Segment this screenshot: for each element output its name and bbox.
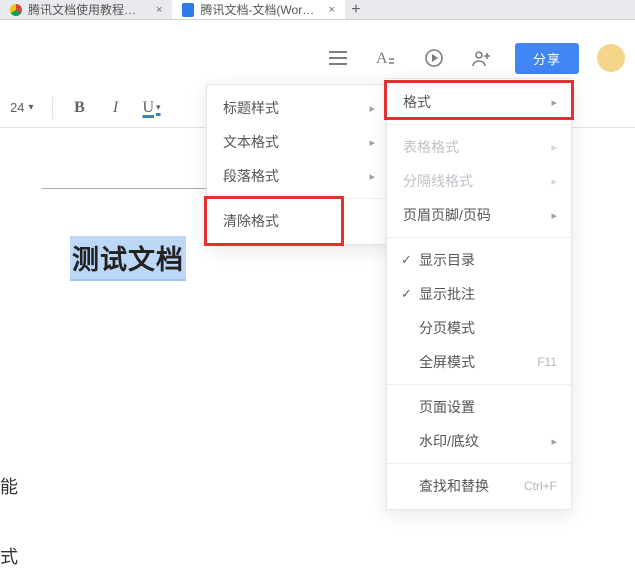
menu-item-page-mode[interactable]: 分页模式: [387, 311, 571, 345]
underline-button[interactable]: U▾: [135, 92, 169, 124]
menu-item-label: 格式: [403, 92, 431, 112]
menu-item-show-comments[interactable]: ✓ 显示批注: [387, 277, 571, 311]
menu-item-label: 清除格式: [223, 211, 279, 231]
menu-item-label: 全屏模式: [419, 352, 475, 372]
divider: [52, 97, 53, 119]
close-icon[interactable]: ×: [154, 4, 164, 16]
favicon-docs-icon: [182, 3, 194, 17]
menu-item-label: 显示目录: [419, 250, 475, 270]
format-dropdown-menu: 标题样式 ▸ 文本格式 ▸ 段落格式 ▸ 清除格式: [206, 84, 390, 245]
tab-label: 腾讯文档-文档(Word)使…: [200, 1, 320, 18]
menu-item-header-footer[interactable]: 页眉页脚/页码 ▸: [387, 198, 571, 232]
menu-item-label: 页眉页脚/页码: [403, 205, 491, 225]
menu-icon[interactable]: [323, 43, 353, 73]
doc-title-selected[interactable]: 测试文档: [70, 236, 186, 281]
close-icon[interactable]: ×: [326, 4, 336, 16]
menu-separator: [387, 384, 571, 385]
menu-item-clear-format[interactable]: 清除格式: [207, 204, 389, 238]
menu-separator: [207, 198, 389, 199]
chevron-right-icon: ▸: [551, 96, 557, 109]
shortcut-text: Ctrl+F: [524, 479, 557, 493]
check-icon: ✓: [401, 252, 419, 268]
menu-item-title-style[interactable]: 标题样式 ▸: [207, 91, 389, 125]
chevron-right-icon: ▸: [551, 435, 557, 448]
doc-text-fragment: 能: [0, 473, 18, 499]
menu-item-label: 页面设置: [419, 397, 475, 417]
menu-item-label: 水印/底纹: [419, 431, 479, 451]
menu-separator: [387, 124, 571, 125]
menu-item-label: 文本格式: [223, 132, 279, 152]
menu-separator: [387, 463, 571, 464]
bold-button[interactable]: B: [63, 92, 97, 124]
menu-item-separator-format: 分隔线格式 ▸: [387, 164, 571, 198]
tab-label: 腾讯文档使用教程】快…: [28, 1, 148, 18]
italic-button[interactable]: I: [99, 92, 133, 124]
menu-item-watermark[interactable]: 水印/底纹 ▸: [387, 424, 571, 458]
check-icon: ✓: [401, 286, 419, 302]
browser-tabs: 腾讯文档使用教程】快… × 腾讯文档-文档(Word)使… × +: [0, 0, 635, 20]
doc-text-fragment: 式: [0, 543, 18, 569]
play-icon[interactable]: [419, 43, 449, 73]
chevron-right-icon: ▸: [369, 136, 375, 149]
chevron-down-icon: ▾: [156, 102, 161, 113]
menu-item-find-replace[interactable]: 查找和替换 Ctrl+F: [387, 469, 571, 503]
browser-tab-1[interactable]: 腾讯文档使用教程】快… ×: [0, 0, 172, 19]
menu-item-label: 段落格式: [223, 166, 279, 186]
menu-separator: [387, 237, 571, 238]
menu-item-label: 标题样式: [223, 98, 279, 118]
menu-item-page-setup[interactable]: 页面设置: [387, 390, 571, 424]
browser-tab-2[interactable]: 腾讯文档-文档(Word)使… ×: [172, 0, 344, 19]
favicon-chrome-icon: [10, 4, 22, 16]
new-tab-button[interactable]: +: [345, 1, 367, 19]
chevron-right-icon: ▸: [369, 170, 375, 183]
menu-item-table-format: 表格格式 ▸: [387, 130, 571, 164]
format-submenu: 格式 ▸ 表格格式 ▸ 分隔线格式 ▸ 页眉页脚/页码 ▸ ✓ 显示目录 ✓ 显…: [386, 78, 572, 510]
menu-item-show-toc[interactable]: ✓ 显示目录: [387, 243, 571, 277]
menu-item-text-format[interactable]: 文本格式 ▸: [207, 125, 389, 159]
text-style-icon[interactable]: A: [371, 43, 401, 73]
chevron-right-icon: ▸: [369, 102, 375, 115]
avatar[interactable]: [597, 44, 625, 72]
share-button[interactable]: 分享: [515, 43, 579, 74]
menu-item-fullscreen[interactable]: 全屏模式 F11: [387, 345, 571, 379]
shortcut-text: F11: [537, 355, 557, 369]
chevron-down-icon: ▾: [28, 102, 33, 113]
menu-item-format[interactable]: 格式 ▸: [387, 85, 571, 119]
menu-item-label: 表格格式: [403, 137, 459, 157]
top-toolbar: A 分享: [323, 32, 635, 84]
chevron-right-icon: ▸: [551, 141, 557, 154]
fontsize-value: 24: [10, 100, 24, 115]
menu-item-label: 分隔线格式: [403, 171, 473, 191]
menu-item-label: 查找和替换: [419, 476, 489, 496]
menu-item-label: 显示批注: [419, 284, 475, 304]
chevron-right-icon: ▸: [551, 209, 557, 222]
fontsize-select[interactable]: 24 ▾: [6, 100, 42, 115]
chevron-right-icon: ▸: [551, 175, 557, 188]
menu-item-label: 分页模式: [419, 318, 475, 338]
add-user-icon[interactable]: [467, 43, 497, 73]
svg-text:A: A: [376, 50, 388, 67]
menu-item-paragraph-format[interactable]: 段落格式 ▸: [207, 159, 389, 193]
